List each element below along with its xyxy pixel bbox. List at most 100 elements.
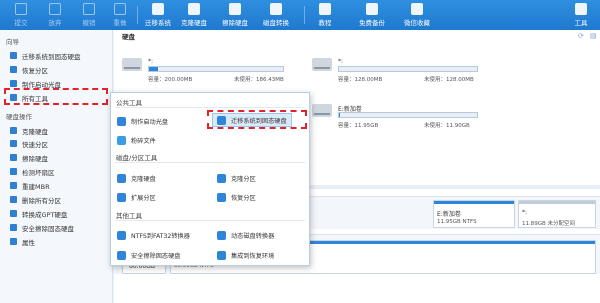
wipe-disk-button[interactable]: 擦除硬盘 [218, 3, 252, 27]
partition-total: 容量：11.95GB [338, 123, 379, 129]
popup-item-recovery-env[interactable]: 集成到恢复环境 [217, 248, 274, 262]
migrate-os-icon [152, 3, 164, 15]
disk-icon [122, 58, 142, 71]
disk-map-segment[interactable]: E:新加卷 11.95GB NTFS [433, 200, 515, 228]
popup-divider [115, 220, 305, 221]
disk-icon [312, 104, 332, 117]
bootable-media-icon [10, 80, 17, 87]
partition-name: *: [148, 58, 154, 65]
partition-usage-bar [338, 112, 478, 118]
segment-usage-stripe [519, 201, 595, 204]
sidebar-item-migrate[interactable]: 迁移系统到固态硬盘 [0, 49, 113, 62]
bootable-media-icon [117, 116, 126, 126]
recover-partition-icon [217, 192, 226, 202]
partition-free: 未使用：128.00MB [424, 77, 474, 83]
migrate-os-button[interactable]: 迁移系统 [141, 3, 175, 27]
undo-button[interactable]: 撤销 [72, 3, 106, 27]
partition-card[interactable]: *: 容量：128.00MB 未使用：128.00MB [312, 58, 482, 84]
sidebar-item-properties[interactable]: 属性 [0, 235, 113, 248]
tutorial-button[interactable]: 教程 [308, 3, 342, 27]
segment-name: *: [522, 209, 528, 216]
segment-size: 11.89GB 未分配空间 [522, 221, 576, 227]
popup-heading-other: 其他工具 [116, 212, 142, 220]
recovery-env-icon [217, 250, 226, 260]
sidebar-item-recover-partition[interactable]: 恢复分区 [0, 63, 113, 76]
sidebar-item-quick-partition[interactable]: 快速分区 [0, 137, 113, 150]
convert-gpt-icon [10, 210, 17, 217]
free-backup-button[interactable]: 免费备份 [355, 3, 389, 27]
popup-item-bootable-media[interactable]: 制作启动光盘 [117, 114, 168, 128]
clone-disk-button[interactable]: 克隆硬盘 [177, 3, 211, 27]
properties-icon [10, 238, 17, 245]
sidebar-item-bad-sector[interactable]: 检测坏扇区 [0, 165, 113, 178]
disk-icon [312, 58, 332, 71]
popup-item-clone-partition[interactable]: 克隆分区 [217, 171, 256, 185]
clone-disk-icon [188, 3, 200, 15]
submit-button[interactable]: 提交 [4, 3, 38, 27]
secure-erase-icon [10, 224, 17, 231]
partition-free: 未使用：186.43MB [234, 77, 284, 83]
segment-usage-stripe [434, 201, 514, 204]
partition-total: 容量：128.00MB [338, 77, 383, 83]
quick-partition-icon [10, 140, 17, 147]
rebuild-mbr-icon [10, 182, 17, 189]
highlight-all-tools [4, 88, 108, 105]
undo-icon [83, 3, 95, 15]
highlight-migrate [207, 110, 307, 129]
sidebar-item-rebuild-mbr[interactable]: 重建MBR [0, 179, 113, 192]
disk-convert-button[interactable]: 磁盘转换 [259, 3, 293, 27]
partition-total: 容量：200.00MB [148, 77, 193, 83]
refresh-icon[interactable]: ⟳ [578, 32, 584, 40]
disk-map-segment[interactable]: *: 11.89GB 未分配空间 [518, 200, 596, 228]
popup-heading-disk: 磁盘/分区工具 [116, 154, 158, 162]
popup-heading-public: 公共工具 [116, 99, 142, 107]
partition-card[interactable]: *: 容量：200.00MB 未使用：186.43MB [122, 58, 292, 84]
sidebar-item-convert-gpt[interactable]: 转换成GPT硬盘 [0, 207, 113, 220]
toolbar-separator [304, 6, 305, 24]
discard-button[interactable]: 放弃 [38, 3, 72, 27]
popup-divider [115, 162, 305, 163]
usage-fill [339, 113, 341, 117]
partition-usage-bar [148, 66, 284, 72]
popup-item-recover-partition[interactable]: 恢复分区 [217, 190, 256, 204]
recover-partition-icon [10, 66, 17, 73]
partition-name: *: [338, 58, 344, 65]
tools-icon [575, 3, 587, 15]
redo-icon [114, 3, 126, 15]
popup-item-shred-file[interactable]: 粉碎文件 [117, 133, 156, 147]
secure-erase-icon [117, 250, 126, 260]
disk-convert-icon [270, 3, 282, 15]
wechat-button[interactable]: 微信收藏 [400, 3, 434, 27]
view-icon[interactable]: ▤ [590, 32, 597, 40]
disk-title: 硬盘 [122, 33, 135, 41]
migrate-icon [10, 52, 17, 59]
clone-icon [117, 173, 126, 183]
popup-item-dynamic-disk[interactable]: 动态磁盘转换器 [217, 228, 274, 242]
delete-all-icon [10, 196, 17, 203]
redo-button[interactable]: 重做 [103, 3, 137, 27]
wechat-icon [411, 3, 423, 15]
sidebar-heading-wizard: 向导 [6, 38, 19, 46]
sidebar-item-delete-all[interactable]: 删除所有分区 [0, 193, 113, 206]
popup-item-ntfs-fat32[interactable]: NTFS到FAT32转换器 [117, 228, 190, 242]
sidebar-item-secure-erase[interactable]: 安全擦除固态硬盘 [0, 221, 113, 234]
sidebar: 向导 迁移系统到固态硬盘 恢复分区 制作启动光盘 所有工具 硬盘操作 克隆硬盘 … [0, 30, 113, 303]
bad-sector-icon [10, 168, 17, 175]
popup-item-secure-erase[interactable]: 安全擦除固态硬盘 [117, 248, 181, 262]
wipe-icon [10, 154, 17, 161]
usage-fill [149, 67, 159, 71]
tools-button[interactable]: 工具 [564, 3, 598, 27]
popup-item-clone-disk[interactable]: 克隆硬盘 [117, 171, 156, 185]
segment-size: 11.95GB NTFS [437, 219, 477, 225]
submit-icon [15, 3, 27, 15]
popup-divider [115, 107, 305, 108]
popup-item-extend-partition[interactable]: 扩展分区 [117, 190, 156, 204]
free-backup-icon [366, 3, 378, 15]
partition-usage-bar [338, 66, 478, 72]
sidebar-item-clone-disk[interactable]: 克隆硬盘 [0, 124, 113, 137]
toolbar: 提交 放弃 撤销 重做 迁移系统 克隆硬盘 擦除硬盘 磁盘转换 教程 免费备份 … [0, 0, 600, 30]
sidebar-item-wipe-disk[interactable]: 擦除硬盘 [0, 151, 113, 164]
clone-icon [10, 127, 17, 134]
partition-card[interactable]: E:新加卷 容量：11.95GB 未使用：11.90GB [312, 104, 482, 130]
toolbar-separator [137, 6, 138, 24]
